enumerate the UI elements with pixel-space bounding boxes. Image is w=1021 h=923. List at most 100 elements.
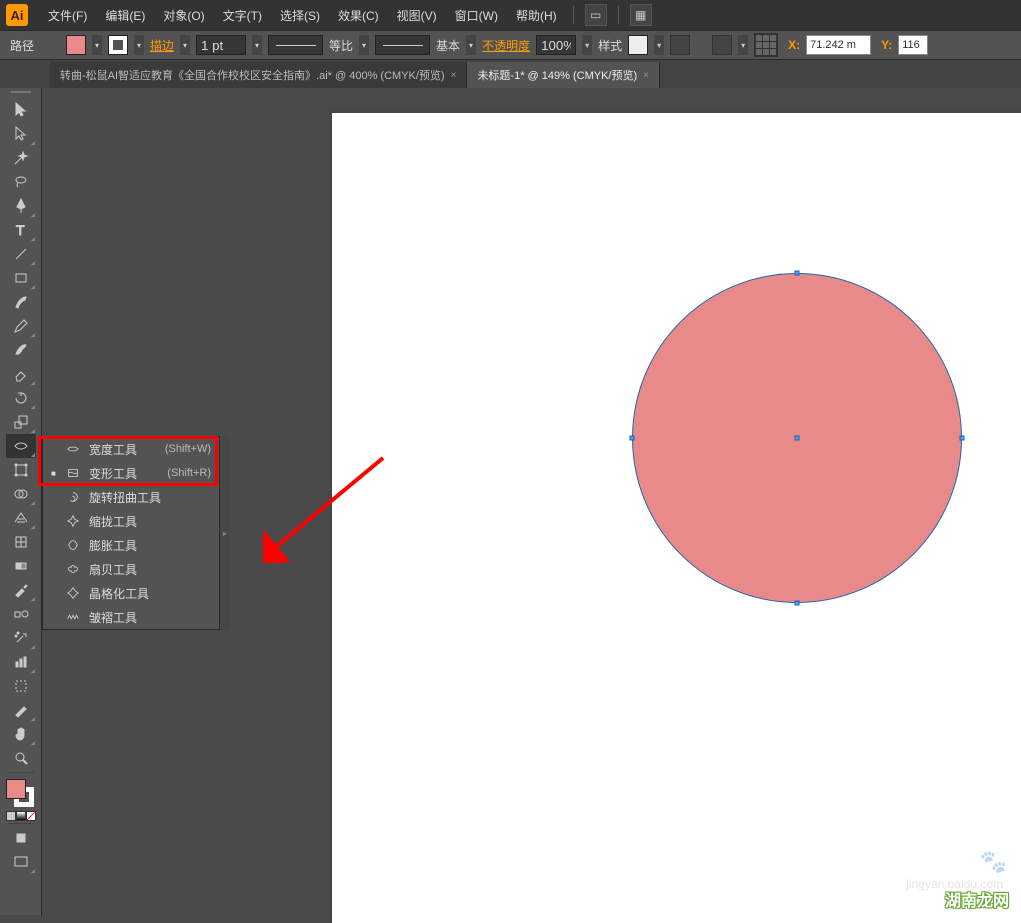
- selection-tool[interactable]: [6, 98, 36, 122]
- menu-select[interactable]: 选择(S): [272, 3, 328, 28]
- flyout-label: 旋转扭曲工具: [89, 489, 211, 506]
- menu-effect[interactable]: 效果(C): [330, 3, 387, 28]
- flyout-item-bloat[interactable]: 膨胀工具: [43, 533, 219, 557]
- document-tab-2[interactable]: 未标题-1* @ 149% (CMYK/预览) ×: [467, 62, 660, 88]
- opacity-label[interactable]: 不透明度: [482, 37, 530, 54]
- svg-text:T: T: [16, 222, 25, 238]
- artboard-tool[interactable]: [6, 674, 36, 698]
- menu-help[interactable]: 帮助(H): [508, 3, 565, 28]
- arrange-icon[interactable]: ▦: [630, 4, 652, 26]
- menu-object[interactable]: 对象(O): [155, 3, 212, 28]
- flyout-label: 缩拢工具: [89, 513, 211, 530]
- flyout-item-warp[interactable]: ■ 变形工具 (Shift+R): [43, 461, 219, 485]
- anchor-top[interactable]: [795, 271, 800, 276]
- anchor-left[interactable]: [630, 436, 635, 441]
- type-tool[interactable]: T: [6, 218, 36, 242]
- flyout-item-twirl[interactable]: 旋转扭曲工具: [43, 485, 219, 509]
- graphic-style-swatch[interactable]: [628, 35, 648, 55]
- profile-dropdown-icon[interactable]: ▾: [359, 35, 369, 55]
- fill-swatch[interactable]: [66, 35, 86, 55]
- gradient-tool[interactable]: [6, 554, 36, 578]
- align-dropdown-icon[interactable]: ▾: [738, 35, 748, 55]
- document-tab-1[interactable]: 转曲-松鼠AI智适应教育《全国合作校校区安全指南》.ai* @ 400% (CM…: [50, 62, 467, 88]
- color-mode-swatches[interactable]: [6, 811, 36, 821]
- width-tool-flyout: 宽度工具 (Shift+W) ■ 变形工具 (Shift+R) 旋转扭曲工具: [42, 436, 220, 630]
- variable-width-profile[interactable]: [268, 35, 323, 55]
- y-input[interactable]: [898, 35, 928, 55]
- paintbrush-tool[interactable]: [6, 290, 36, 314]
- stroke-label[interactable]: 描边: [150, 37, 174, 54]
- fill-indicator[interactable]: [6, 779, 26, 799]
- x-input[interactable]: [806, 35, 871, 55]
- menu-window[interactable]: 窗口(W): [447, 3, 506, 28]
- stroke-weight-stepper[interactable]: ▾: [252, 35, 262, 55]
- pencil-tool[interactable]: [6, 314, 36, 338]
- shape-builder-tool[interactable]: [6, 482, 36, 506]
- doc-layout-icon[interactable]: ▭: [585, 4, 607, 26]
- flyout-item-scallop[interactable]: 扇贝工具: [43, 557, 219, 581]
- rotate-tool[interactable]: [6, 386, 36, 410]
- menu-separator: [618, 6, 619, 24]
- brush-definition[interactable]: [375, 35, 430, 55]
- close-icon[interactable]: ×: [643, 70, 649, 81]
- screen-mode[interactable]: [6, 850, 36, 874]
- fill-stroke-indicator[interactable]: [6, 779, 36, 809]
- opacity-dropdown-icon[interactable]: ▾: [582, 35, 592, 55]
- menu-type[interactable]: 文字(T): [215, 3, 270, 28]
- brush-dropdown-icon[interactable]: ▾: [466, 35, 476, 55]
- anchor-center[interactable]: [795, 436, 800, 441]
- transform-reference-grid[interactable]: [754, 33, 778, 57]
- scale-tool[interactable]: [6, 410, 36, 434]
- close-icon[interactable]: ×: [451, 70, 457, 81]
- flyout-item-width[interactable]: 宽度工具 (Shift+W): [43, 437, 219, 461]
- pen-tool[interactable]: [6, 194, 36, 218]
- selected-ellipse[interactable]: [632, 273, 962, 603]
- panel-handle[interactable]: [0, 88, 41, 96]
- lasso-tool[interactable]: [6, 170, 36, 194]
- twirl-icon: [65, 489, 81, 505]
- flyout-item-crystallize[interactable]: 晶格化工具: [43, 581, 219, 605]
- stroke-dropdown-icon[interactable]: ▾: [134, 35, 144, 55]
- width-tool[interactable]: [6, 434, 36, 458]
- stroke-weight-input[interactable]: [196, 35, 246, 55]
- anchor-right[interactable]: [960, 436, 965, 441]
- opacity-input[interactable]: [536, 35, 576, 55]
- mesh-tool[interactable]: [6, 530, 36, 554]
- flyout-label: 宽度工具: [89, 441, 157, 458]
- flyout-tearoff-handle[interactable]: [220, 436, 230, 630]
- rectangle-tool[interactable]: [6, 266, 36, 290]
- menu-view[interactable]: 视图(V): [389, 3, 445, 28]
- draw-mode-normal[interactable]: [6, 826, 36, 850]
- flyout-item-pucker[interactable]: 缩拢工具: [43, 509, 219, 533]
- direct-selection-tool[interactable]: [6, 122, 36, 146]
- symbol-sprayer-tool[interactable]: [6, 626, 36, 650]
- stroke-panel-icon[interactable]: ▾: [180, 35, 190, 55]
- crystallize-icon: [65, 585, 81, 601]
- magic-wand-tool[interactable]: [6, 146, 36, 170]
- app-logo-icon: Ai: [6, 4, 28, 26]
- fill-dropdown-icon[interactable]: ▾: [92, 35, 102, 55]
- zoom-tool[interactable]: [6, 746, 36, 770]
- blob-brush-tool[interactable]: [6, 338, 36, 362]
- paw-icon: 🐾: [980, 849, 1007, 875]
- stroke-swatch[interactable]: [108, 35, 128, 55]
- recolor-icon[interactable]: [670, 35, 690, 55]
- flyout-item-wrinkle[interactable]: 皱褶工具: [43, 605, 219, 629]
- slice-tool[interactable]: [6, 698, 36, 722]
- line-segment-tool[interactable]: [6, 242, 36, 266]
- canvas-area[interactable]: 宽度工具 (Shift+W) ■ 变形工具 (Shift+R) 旋转扭曲工具: [42, 88, 1021, 915]
- free-transform-tool[interactable]: [6, 458, 36, 482]
- menu-file[interactable]: 文件(F): [40, 3, 95, 28]
- align-icon[interactable]: [712, 35, 732, 55]
- hand-tool[interactable]: [6, 722, 36, 746]
- x-label: X:: [788, 38, 800, 52]
- blend-tool[interactable]: [6, 602, 36, 626]
- menu-edit[interactable]: 编辑(E): [97, 3, 153, 28]
- column-graph-tool[interactable]: [6, 650, 36, 674]
- eraser-tool[interactable]: [6, 362, 36, 386]
- perspective-grid-tool[interactable]: [6, 506, 36, 530]
- style-dropdown-icon[interactable]: ▾: [654, 35, 664, 55]
- eyedropper-tool[interactable]: [6, 578, 36, 602]
- menu-separator: [573, 6, 574, 24]
- anchor-bottom[interactable]: [795, 601, 800, 606]
